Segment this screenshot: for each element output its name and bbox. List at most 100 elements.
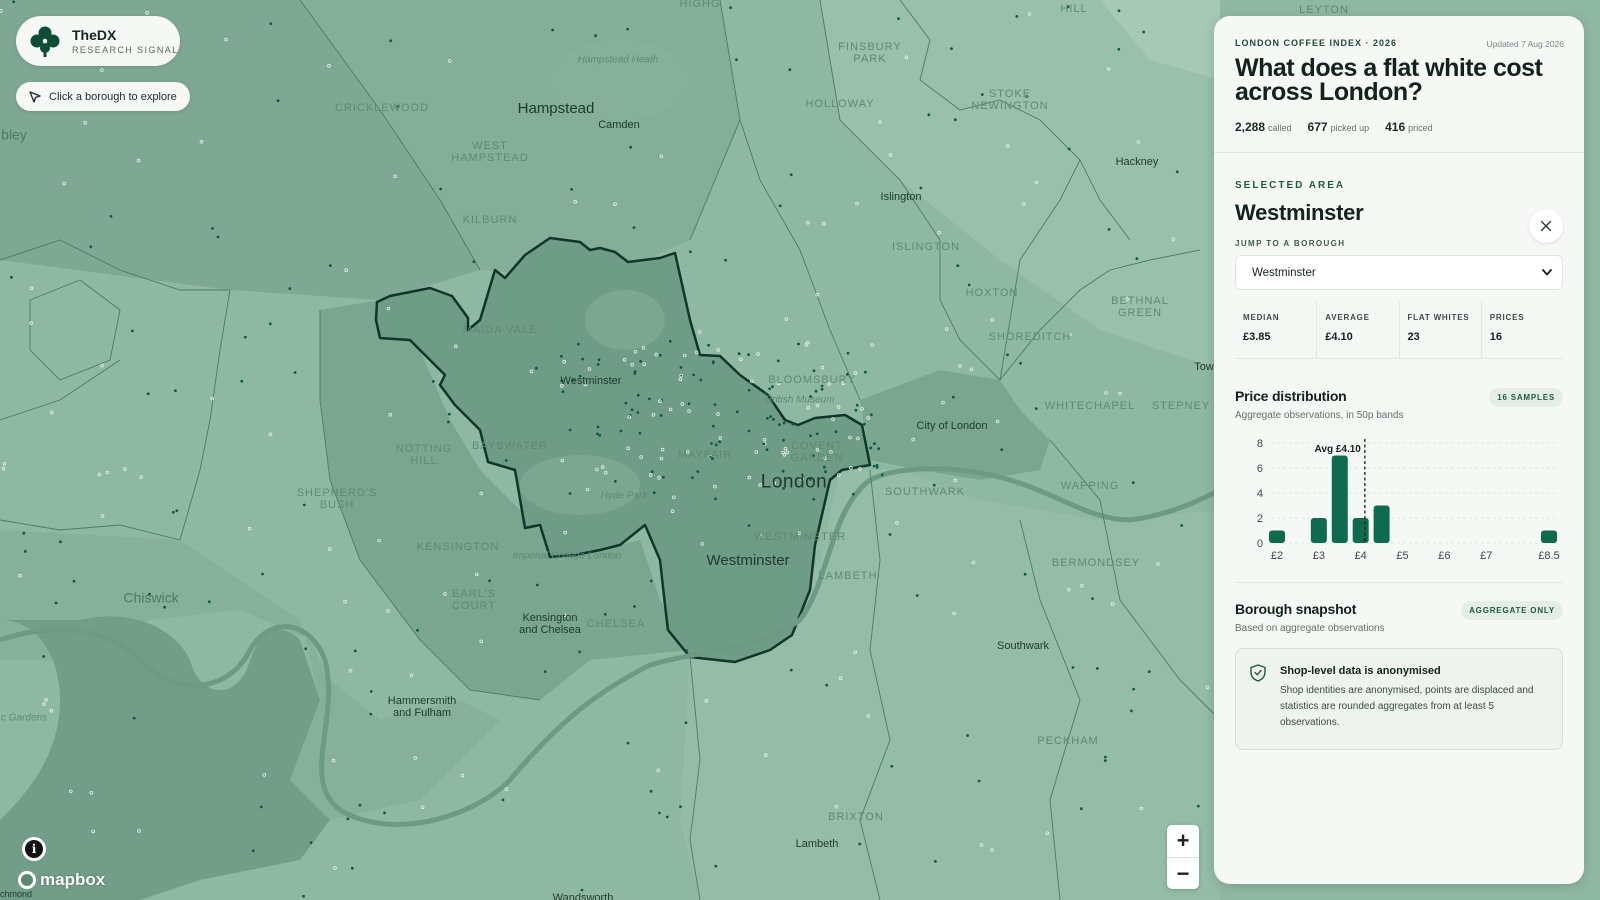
x-tick-label: £4 <box>1355 550 1367 562</box>
zoom-control: + − <box>1167 825 1199 889</box>
map-label: Hampstead Heath <box>577 54 659 66</box>
coffee-shop-point <box>346 817 350 821</box>
coffee-shop-point <box>639 359 642 363</box>
borough-snapshot-section: Borough snapshot AGGREGATE ONLY Based on… <box>1235 601 1563 750</box>
metric-average: AVERAGE £4.10 <box>1316 302 1398 358</box>
borough-select[interactable]: Westminster <box>1235 255 1563 290</box>
x-tick-label: £2 <box>1271 550 1283 562</box>
map-label: CRICKLEWOOD <box>334 101 430 114</box>
map-label: Lambeth <box>795 837 839 850</box>
map-label: HOXTON <box>965 286 1019 299</box>
coffee-shop-point <box>897 17 900 20</box>
coffee-shop-point <box>626 27 630 31</box>
stat-priced: 416 priced <box>1385 118 1433 136</box>
coffee-shop-point <box>1080 807 1083 811</box>
x-tick-label: £8.5 <box>1538 550 1559 562</box>
brand-name: TheDX <box>72 27 117 43</box>
coffee-shop-point <box>293 371 297 374</box>
coffee-shop-point <box>446 420 450 424</box>
coffee-shop-point <box>710 442 713 445</box>
coffee-shop-point <box>1103 759 1107 762</box>
coffee-shop-point <box>369 712 373 716</box>
coffee-shop-point <box>765 448 769 452</box>
map-label: BETHNAL GREEN <box>1111 294 1169 319</box>
coffee-shop-point <box>864 370 867 374</box>
coffee-shop-point <box>535 583 539 587</box>
histogram-bar <box>1310 518 1327 543</box>
map-label: bley <box>1 126 27 143</box>
selected-area-name: Westminster <box>1235 200 1364 225</box>
coffee-shop-point <box>12 0 16 4</box>
coffee-shop-point <box>684 721 688 725</box>
map-label: City of London <box>916 419 988 432</box>
histogram-bar <box>1269 530 1285 543</box>
coffee-shop-point <box>782 421 786 425</box>
coffee-shop-point <box>668 339 672 343</box>
coffee-shop-point <box>789 668 793 672</box>
coffee-shop-point <box>692 373 696 377</box>
coffee-shop-point <box>570 188 574 191</box>
y-tick-label: 2 <box>1257 513 1263 525</box>
updated-timestamp: Updated 7 Aug 2026 <box>1486 39 1564 49</box>
coffee-shop-point <box>735 410 739 414</box>
coffee-shop-point <box>834 430 838 433</box>
coffee-shop-point <box>1071 666 1075 669</box>
coffee-shop-point <box>888 533 892 536</box>
coffee-shop-point <box>747 524 751 527</box>
coffee-shop-point <box>649 789 653 793</box>
coffee-shop-point <box>1147 670 1151 673</box>
metric-label: AVERAGE <box>1325 313 1370 322</box>
map-label: CHELSEA <box>586 617 646 630</box>
chevron-down-icon <box>1542 269 1552 276</box>
panel-header: LONDON COFFEE INDEX · 2026 Updated 7 Aug… <box>1214 16 1584 153</box>
mapbox-attribution[interactable]: mapbox <box>18 870 105 890</box>
coffee-shop-point <box>603 612 607 616</box>
map-label: PECKHAM <box>1037 734 1099 747</box>
coffee-shop-point <box>815 432 819 436</box>
map-label: HIGHG <box>679 0 721 10</box>
y-tick-label: 6 <box>1257 463 1263 475</box>
coffee-shop-point <box>132 716 136 720</box>
coffee-shop-point <box>711 361 715 365</box>
borough-metrics: MEDIAN £3.85 AVERAGE £4.10 FLAT WHITES 2… <box>1235 302 1563 359</box>
coffee-shop-point <box>789 173 793 177</box>
explore-hint: Click a borough to explore <box>16 82 190 111</box>
coffee-shop-point <box>687 402 691 406</box>
coffee-shop-point <box>729 6 732 10</box>
coffee-shop-point <box>766 416 769 420</box>
brand-logo[interactable]: TheDX RESEARCH SIGNAL <box>16 16 180 66</box>
map-label: Hammersmith and Fulham <box>387 694 457 719</box>
coffee-shop-point <box>659 414 663 417</box>
stat-label: priced <box>1408 123 1433 133</box>
notice-text: Shop identities are anonymised, points a… <box>1280 685 1534 728</box>
metric-median: MEDIAN £3.85 <box>1235 302 1316 358</box>
zoom-out-button[interactable]: − <box>1167 857 1199 889</box>
coffee-shop-point <box>658 811 661 815</box>
close-selection-button[interactable] <box>1529 209 1563 243</box>
coffee-shop-point <box>953 118 957 122</box>
coffee-shop-point <box>276 99 280 103</box>
coffee-shop-point <box>1175 170 1179 174</box>
side-panel: LONDON COFFEE INDEX · 2026 Updated 7 Aug… <box>1214 16 1584 884</box>
coffee-shop-point <box>880 473 884 477</box>
coffee-shop-point <box>431 380 435 383</box>
coffee-shop-point <box>175 509 179 513</box>
borough-select-value: Westminster <box>1252 266 1316 279</box>
map-label: Westminster <box>560 374 622 387</box>
map-info-button[interactable]: i <box>22 837 46 861</box>
coffee-shop-point <box>638 431 642 435</box>
coffee-shop-point <box>685 649 688 652</box>
coffee-shop-point <box>501 798 505 802</box>
coffee-shop-point <box>109 215 113 218</box>
coffee-shop-point <box>630 408 634 412</box>
coffee-shop-point <box>776 359 780 363</box>
metric-value: 23 <box>1407 331 1420 343</box>
jump-borough-label: JUMP TO A BOROUGH <box>1235 239 1346 248</box>
map-label: STOKE NEWINGTON <box>971 87 1049 112</box>
brand-tagline: RESEARCH SIGNAL <box>72 45 179 55</box>
coffee-shop-point <box>328 264 332 267</box>
coffee-shop-point <box>724 258 727 262</box>
map-label: HILL <box>1060 2 1088 15</box>
zoom-in-button[interactable]: + <box>1167 825 1199 857</box>
map-label: KILBURN <box>462 213 518 226</box>
